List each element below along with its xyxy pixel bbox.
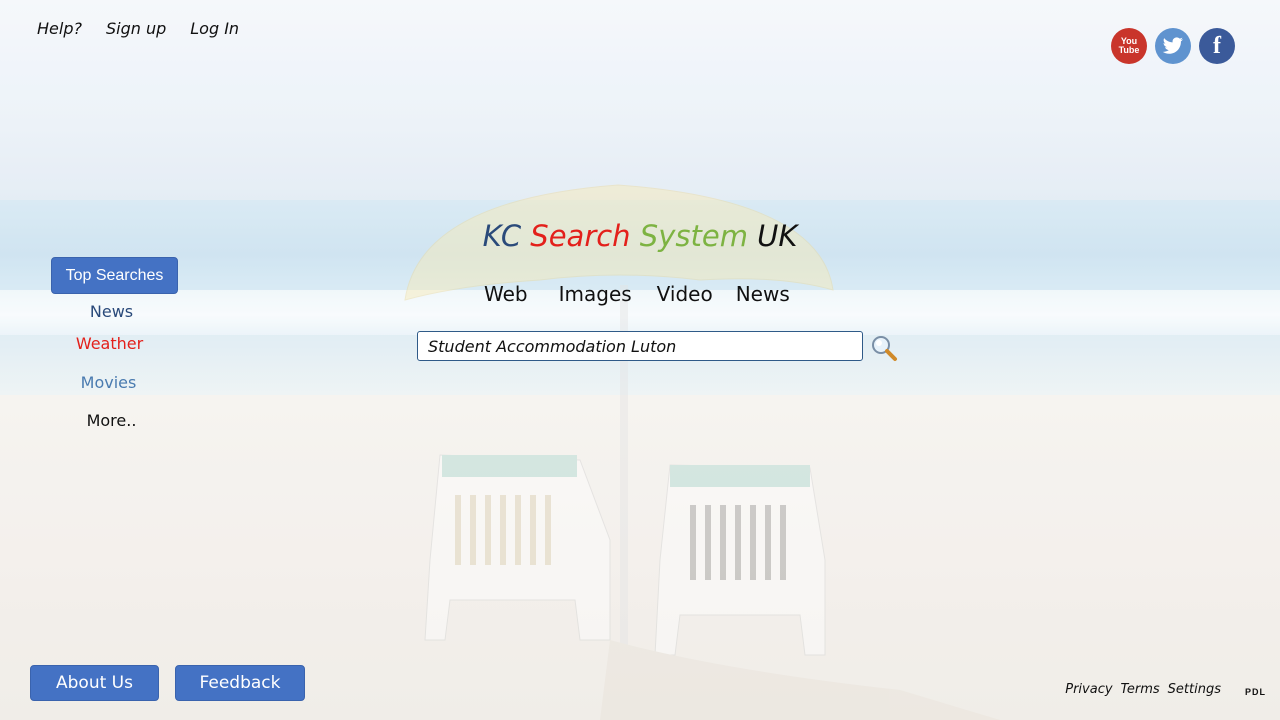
social-links: You Tube f — [1111, 28, 1235, 64]
footer-links: Privacy Terms Settings — [1065, 682, 1221, 697]
logo-uk: UK — [757, 219, 798, 253]
privacy-link[interactable]: Privacy — [1065, 682, 1112, 697]
search-button[interactable] — [870, 334, 898, 362]
facebook-icon-glyph: f — [1213, 32, 1221, 59]
tab-news[interactable]: News — [736, 282, 790, 306]
youtube-icon-text-bottom: Tube — [1118, 45, 1140, 55]
search-tabs: Web Images Video News — [484, 282, 790, 306]
logo-kc: KC — [482, 219, 522, 253]
sidebar-item-news[interactable]: News — [48, 302, 175, 321]
about-us-button[interactable]: About Us — [30, 665, 159, 701]
facebook-icon[interactable]: f — [1199, 28, 1235, 64]
sidebar: Top Searches — [51, 257, 178, 294]
top-nav: Help? Sign up Log In — [37, 19, 239, 38]
top-searches-button[interactable]: Top Searches — [51, 257, 178, 294]
corner-label: PDL — [1245, 687, 1266, 697]
sidebar-item-weather[interactable]: Weather — [46, 334, 173, 353]
twitter-icon[interactable] — [1155, 28, 1191, 64]
tab-images[interactable]: Images — [559, 282, 632, 306]
settings-link[interactable]: Settings — [1168, 682, 1221, 697]
twitter-bird-icon — [1162, 37, 1183, 54]
terms-link[interactable]: Terms — [1121, 682, 1160, 697]
sidebar-item-movies[interactable]: Movies — [45, 373, 172, 392]
logo-search: Search — [530, 219, 631, 253]
help-link[interactable]: Help? — [37, 19, 82, 38]
youtube-icon[interactable]: You Tube — [1111, 28, 1147, 64]
site-logo: KC Search System UK — [0, 219, 1280, 253]
tab-video[interactable]: Video — [657, 282, 713, 306]
logo-system: System — [639, 219, 748, 253]
magnifier-icon — [872, 336, 897, 361]
log-in-link[interactable]: Log In — [190, 19, 239, 38]
search-input[interactable] — [417, 331, 863, 361]
feedback-button[interactable]: Feedback — [175, 665, 305, 701]
sign-up-link[interactable]: Sign up — [106, 19, 166, 38]
sidebar-item-more[interactable]: More.. — [48, 411, 175, 430]
tab-web[interactable]: Web — [484, 282, 528, 306]
